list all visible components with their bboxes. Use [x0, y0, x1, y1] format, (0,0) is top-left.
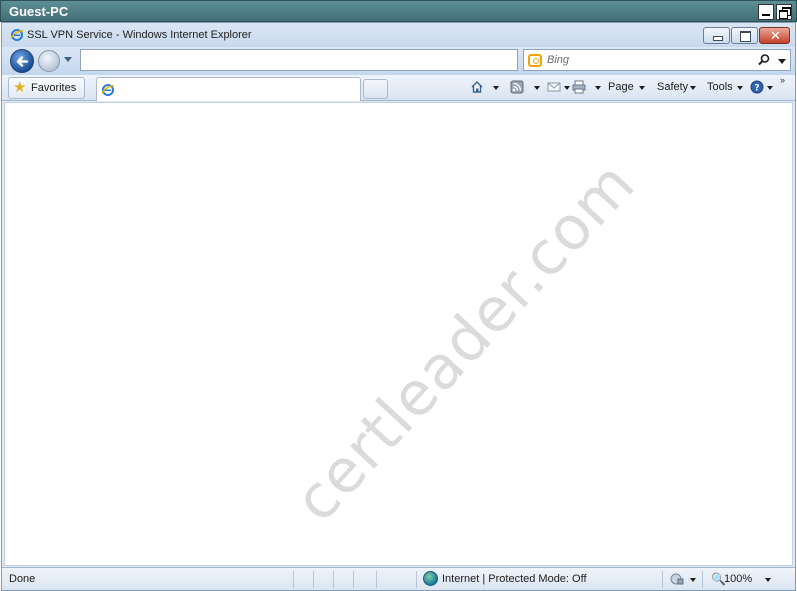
outer-maximize-button[interactable]	[776, 4, 792, 20]
mail-icon[interactable]	[547, 80, 561, 94]
tab-ie-icon	[101, 84, 115, 96]
home-dropdown-icon[interactable]	[493, 86, 499, 90]
status-divider	[416, 571, 417, 588]
ie-window-title: SSL VPN Service - Windows Internet Explo…	[27, 29, 252, 41]
safety-menu[interactable]: Safety	[657, 81, 688, 93]
back-arrow-icon	[16, 56, 29, 67]
svg-text:?: ?	[754, 84, 759, 94]
search-placeholder: Bing	[547, 54, 570, 66]
print-dropdown-icon[interactable]	[595, 86, 601, 90]
zoom-dropdown-icon[interactable]	[765, 578, 771, 582]
browser-tab[interactable]	[96, 77, 361, 101]
page-menu-dropdown-icon[interactable]	[639, 86, 645, 90]
tools-menu-dropdown-icon[interactable]	[737, 86, 743, 90]
page-menu[interactable]: Page	[608, 81, 634, 93]
maximize-button[interactable]	[731, 27, 758, 44]
safety-menu-dropdown-icon[interactable]	[690, 86, 696, 90]
search-icon[interactable]	[757, 53, 771, 67]
watermark-text: certleader.com	[281, 148, 649, 536]
new-tab-button[interactable]	[363, 79, 388, 99]
ie-titlebar: SSL VPN Service - Windows Internet Explo…	[2, 23, 795, 47]
tools-menu[interactable]: Tools	[707, 81, 733, 93]
status-divider	[702, 571, 703, 588]
status-divider	[293, 571, 294, 588]
status-divider	[353, 571, 354, 588]
home-icon[interactable]	[470, 80, 484, 94]
zoom-level[interactable]: 100%	[724, 573, 752, 585]
outer-minimize-button[interactable]	[758, 4, 774, 20]
protected-mode-dropdown-icon[interactable]	[690, 578, 696, 582]
status-divider	[662, 571, 663, 588]
address-bar[interactable]	[80, 49, 518, 71]
favorites-star-icon: ★	[13, 79, 27, 96]
status-divider	[333, 571, 334, 588]
help-dropdown-icon[interactable]	[767, 86, 773, 90]
outer-window-title: Guest-PC	[9, 4, 69, 19]
back-button[interactable]	[10, 49, 34, 73]
forward-button[interactable]	[38, 50, 60, 72]
status-divider	[313, 571, 314, 588]
status-bar: Done Internet | Protected Mode: Off 🔍 10…	[2, 567, 795, 590]
protected-mode-icon[interactable]	[670, 573, 684, 586]
ie-logo-icon	[10, 29, 24, 41]
search-options-dropdown-icon[interactable]	[778, 59, 786, 64]
outer-window-titlebar: Guest-PC	[0, 0, 797, 22]
help-icon[interactable]: ?	[750, 80, 764, 94]
bing-icon	[528, 54, 542, 67]
navigation-bar: Bing	[2, 47, 795, 75]
feeds-icon[interactable]	[510, 80, 524, 94]
status-divider	[376, 571, 377, 588]
mail-dropdown-icon[interactable]	[564, 86, 570, 90]
feeds-dropdown-icon[interactable]	[534, 86, 540, 90]
page-content[interactable]: certleader.com	[4, 102, 793, 566]
favorites-button[interactable]: ★ Favorites	[8, 77, 86, 99]
close-button[interactable]: ✕	[759, 27, 790, 44]
internet-zone-icon	[423, 571, 438, 586]
minimize-button[interactable]	[703, 27, 730, 44]
security-zone-text[interactable]: Internet | Protected Mode: Off	[442, 573, 587, 585]
ie-window: SSL VPN Service - Windows Internet Explo…	[1, 22, 796, 591]
command-bar: ★ Favorites Page Safety Tools ? »	[2, 75, 795, 101]
favorites-label: Favorites	[31, 82, 77, 94]
search-box[interactable]: Bing	[523, 49, 791, 71]
status-text: Done	[9, 573, 36, 585]
more-commands-chevron-icon[interactable]: »	[780, 75, 785, 85]
close-icon: ✕	[770, 28, 781, 43]
recent-pages-dropdown-icon[interactable]	[64, 57, 72, 62]
print-icon[interactable]	[572, 80, 586, 94]
